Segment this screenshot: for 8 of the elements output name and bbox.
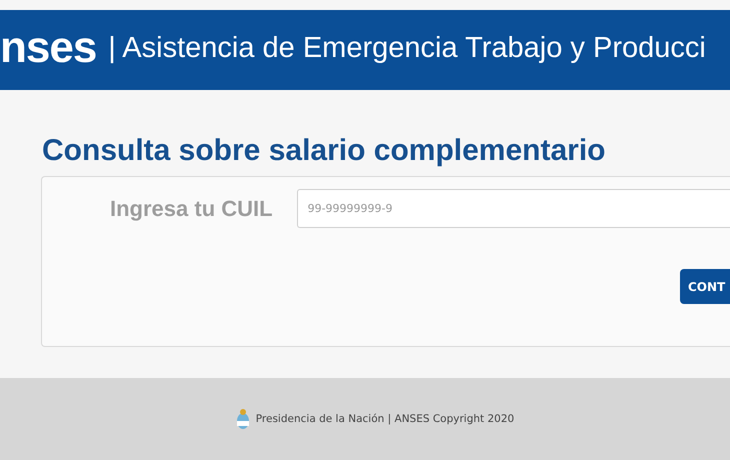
page-heading: Consulta sobre salario complementario (42, 134, 606, 167)
cuil-label: Ingresa tu CUIL (110, 196, 273, 222)
coat-of-arms-icon (236, 408, 250, 430)
continue-button[interactable]: CONT (680, 269, 730, 304)
logo[interactable]: nses (0, 26, 96, 70)
footer-text: Presidencia de la Nación | ANSES Copyright 2020 (256, 413, 514, 425)
cuil-input-field[interactable]: 99-99999999-9 (296, 189, 730, 228)
site-title: | Asistencia de Emergencia Trabajo y Producci (108, 34, 706, 62)
